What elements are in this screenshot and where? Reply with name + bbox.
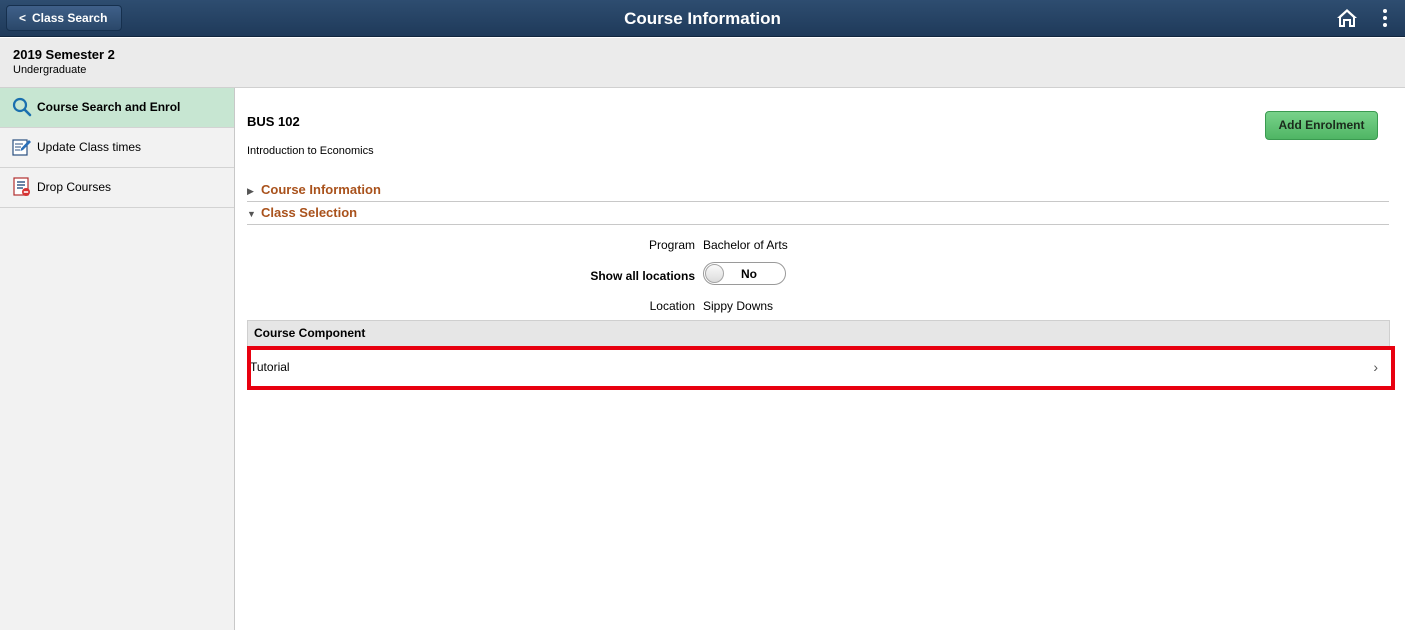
program-label: Program [648, 238, 695, 252]
chevron-right-icon: › [1373, 359, 1378, 375]
sidebar: Course Search and Enrol Update Class tim… [0, 88, 235, 630]
sidebar-item-course-search-and-enrol[interactable]: Course Search and Enrol [0, 88, 234, 128]
search-icon [12, 97, 32, 117]
sidebar-item-label: Drop Courses [37, 180, 112, 194]
location-label: Location [649, 299, 695, 313]
triangle-down-icon: ▼ [247, 209, 256, 219]
top-banner: < Class Search Course Information [0, 0, 1405, 37]
drop-list-icon [13, 177, 30, 196]
section-course-information[interactable]: ▶ Course Information [247, 180, 1389, 202]
course-component-header: Course Component [247, 320, 1390, 347]
toggle-knob [705, 264, 724, 283]
sidebar-item-update-class-times[interactable]: Update Class times [0, 128, 234, 168]
triangle-right-icon: ▶ [247, 186, 254, 196]
sidebar-item-drop-courses[interactable]: Drop Courses [0, 168, 234, 208]
edit-icon [12, 139, 31, 156]
term-name: 2019 Semester 2 [13, 47, 115, 62]
location-value: Sippy Downs [703, 299, 774, 313]
more-vertical-icon[interactable] [1378, 7, 1392, 29]
component-label: Tutorial [250, 360, 290, 374]
add-enrolment-button[interactable]: Add Enrolment [1265, 111, 1378, 140]
sidebar-item-label: Course Search and Enrol [37, 100, 181, 114]
program-value: Bachelor of Arts [703, 238, 788, 252]
term-context-bar: 2019 Semester 2 Undergraduate [0, 38, 1405, 88]
sidebar-item-label: Update Class times [37, 140, 142, 154]
home-icon[interactable] [1336, 8, 1358, 28]
section-title: Course Information [261, 182, 381, 197]
show-all-locations-label: Show all locations [590, 269, 695, 283]
section-title: Class Selection [261, 205, 358, 220]
main-content: BUS 102 Introduction to Economics Add En… [236, 88, 1405, 630]
career-name: Undergraduate [13, 64, 87, 76]
toggle-value: No [741, 267, 757, 281]
page-title: Course Information [624, 9, 781, 28]
section-class-selection[interactable]: ▼ Class Selection [247, 203, 1389, 225]
course-code: BUS 102 [247, 114, 300, 129]
course-title: Introduction to Economics [247, 145, 374, 157]
course-component-row[interactable]: Tutorial › [247, 347, 1390, 389]
show-all-locations-toggle[interactable]: No [703, 262, 786, 285]
